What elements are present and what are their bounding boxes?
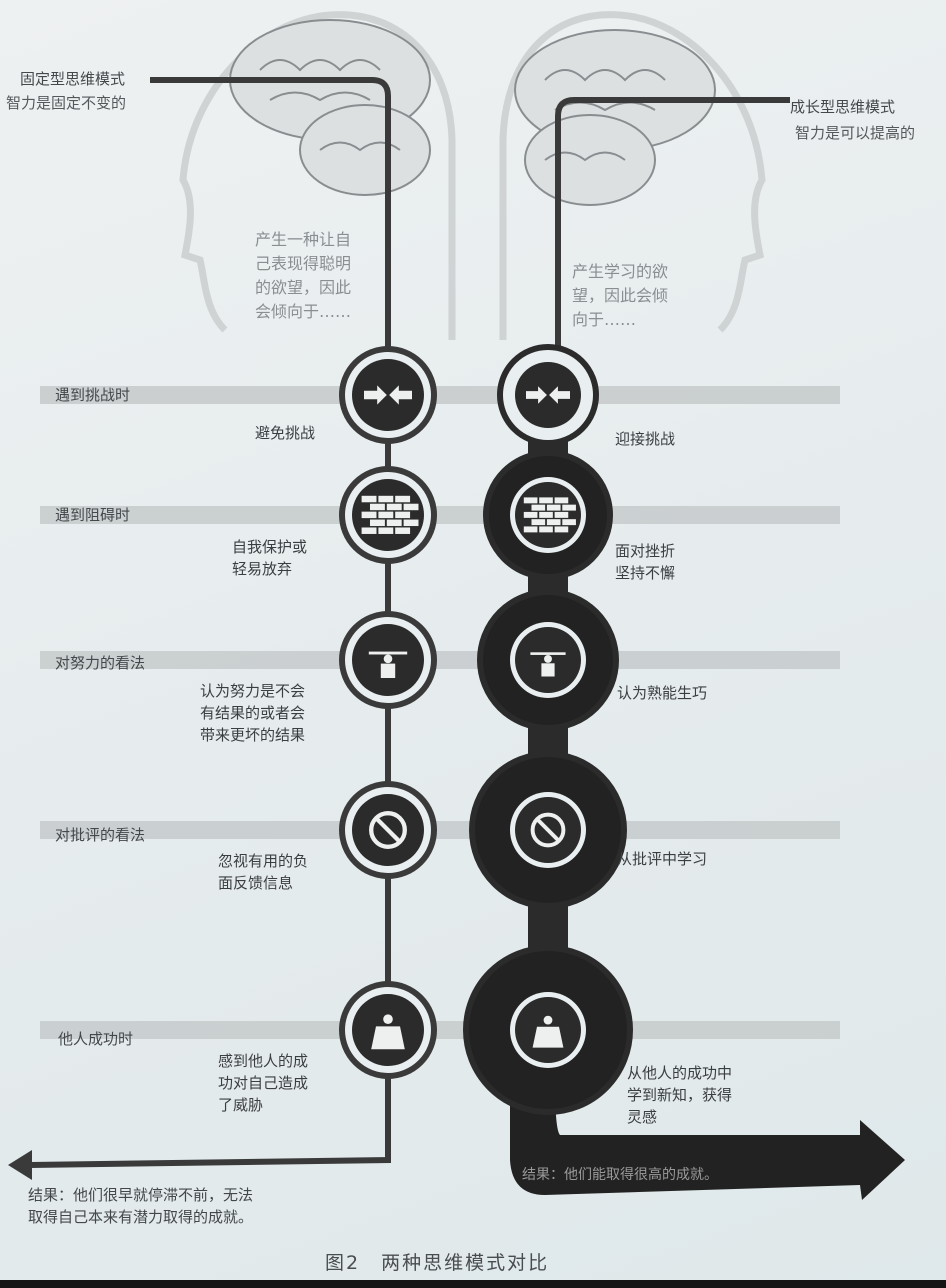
fixed-mindset-subtitle: 智力是固定不变的 <box>6 94 127 112</box>
text-line: 面反馈信息 <box>218 874 294 892</box>
fixed-mindset-title: 固定型思维模式 <box>20 70 126 88</box>
fixed-node <box>339 981 437 1079</box>
text-line: 轻易放弃 <box>232 560 293 578</box>
fixed-response-1: 避免挑战 <box>255 422 315 444</box>
growth-response-3: 认为熟能生巧 <box>617 682 707 704</box>
text-line: 感到他人的成 <box>218 1052 309 1070</box>
growth-node <box>483 450 613 580</box>
growth-mindset-title: 成长型思维模式 <box>790 98 896 116</box>
situation-band <box>40 386 840 404</box>
text-line: 会倾向于…… <box>255 302 352 321</box>
text-line: 面对挫折 <box>615 542 676 560</box>
text-line: 迎接挑战 <box>615 430 676 448</box>
fixed-node <box>339 611 437 709</box>
situation-effort: 对努力的看法 <box>55 654 146 672</box>
fixed-response-4: 忽视有用的负 面反馈信息 <box>218 850 308 894</box>
fixed-result-text: 结果：他们很早就停滞不前，无法 取得自己本来有潜力取得的成就。 <box>28 1184 253 1228</box>
text-line: 的欲望，因此 <box>255 278 352 297</box>
text-line: 产生一种让自 <box>255 230 352 249</box>
growth-response-5: 从他人的成功中 学到新知，获得 灵感 <box>627 1062 732 1128</box>
fixed-node <box>339 781 437 879</box>
text-line: 带来更坏的结果 <box>200 726 306 744</box>
fixed-result-arrow <box>8 1150 32 1180</box>
text-line: 了威胁 <box>218 1096 264 1114</box>
growth-brain-icon <box>514 29 716 206</box>
fixed-brain-icon <box>229 19 431 196</box>
situation-criticism: 对批评的看法 <box>55 826 146 844</box>
fixed-desire-text: 产生一种让自 己表现得聪明 的欲望，因此 会倾向于…… <box>255 228 351 324</box>
growth-response-2: 面对挫折 坚持不懈 <box>615 540 675 584</box>
growth-response-4: 从批评中学习 <box>617 848 707 870</box>
situation-band <box>40 821 840 839</box>
situation-challenge: 遇到挑战时 <box>55 386 131 404</box>
text-line: 从批评中学习 <box>617 850 708 868</box>
text-line: 结果：他们很早就停滞不前，无法 <box>28 1186 254 1204</box>
text-line: 认为熟能生巧 <box>617 684 708 702</box>
situation-others-success: 他人成功时 <box>58 1030 134 1048</box>
text-line: 认为努力是不会 <box>200 682 306 700</box>
text-line: 功对自己造成 <box>218 1074 309 1092</box>
growth-node <box>463 945 633 1115</box>
text-line: 灵感 <box>627 1108 658 1126</box>
text-line: 产生学习的欲 <box>572 262 669 281</box>
text-line: 自我保护或 <box>232 538 308 556</box>
text-line: 取得自己本来有潜力取得的成就。 <box>28 1208 254 1226</box>
fixed-response-2: 自我保护或 轻易放弃 <box>232 536 307 580</box>
growth-node <box>469 751 627 909</box>
brick-wall-icon <box>523 497 576 533</box>
fixed-node <box>339 346 437 444</box>
situation-obstacle: 遇到阻碍时 <box>55 506 131 524</box>
text-line: 避免挑战 <box>255 424 316 442</box>
growth-response-1: 迎接挑战 <box>615 428 675 450</box>
photo-border <box>0 1280 946 1288</box>
figure-caption: 图2 两种思维模式对比 <box>325 1252 550 1274</box>
growth-result-text: 结果：他们能取得很高的成就。 <box>522 1167 718 1183</box>
text-line: 坚持不懈 <box>615 564 676 582</box>
text-line: 有结果的或者会 <box>200 704 306 722</box>
text-line: 己表现得聪明 <box>255 254 352 273</box>
text-line: 望，因此会倾 <box>572 286 669 305</box>
fixed-node <box>339 466 437 564</box>
situation-band <box>40 506 840 524</box>
growth-node <box>497 344 599 446</box>
text-line: 从他人的成功中 <box>627 1064 733 1082</box>
fixed-response-3: 认为努力是不会 有结果的或者会 带来更坏的结果 <box>200 680 305 746</box>
text-line: 向于…… <box>572 310 637 329</box>
situation-band <box>40 651 840 669</box>
brick-wall-icon <box>361 495 419 534</box>
text-line: 忽视有用的负 <box>218 852 309 870</box>
situation-band <box>40 1021 840 1039</box>
growth-node <box>477 589 619 731</box>
mindset-diagram <box>8 11 905 1200</box>
fixed-response-5: 感到他人的成 功对自己造成 了威胁 <box>218 1050 308 1116</box>
growth-mindset-subtitle: 智力是可以提高的 <box>795 124 916 142</box>
growth-desire-text: 产生学习的欲 望，因此会倾 向于…… <box>572 260 668 332</box>
text-line: 学到新知，获得 <box>627 1086 733 1104</box>
